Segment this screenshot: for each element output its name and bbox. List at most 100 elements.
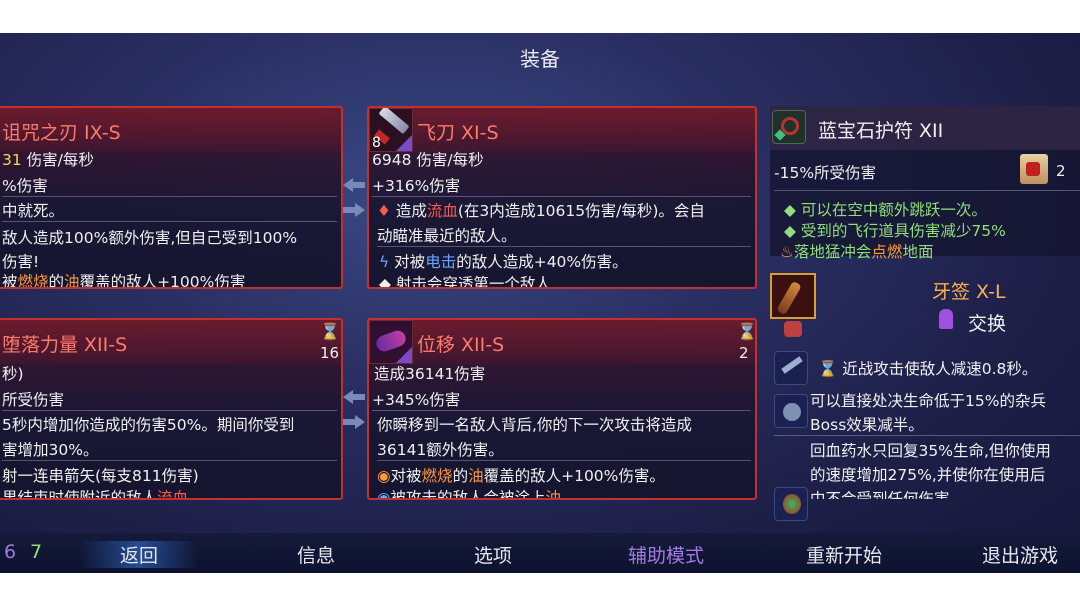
info-button[interactable]: 信息 — [297, 541, 335, 568]
skill-2-desc-1: 你瞬移到一名敌人背后,你的下一次攻击将造成 — [377, 416, 692, 434]
skill-2-cooldown: 2 — [739, 344, 749, 362]
weapon-1-mod-line: 敌人造成100%额外伤害,但自己受到100% — [2, 229, 298, 247]
page-title: 装备 — [520, 47, 560, 71]
text: 的 — [452, 467, 469, 485]
skill-2-desc-2: 36141额外伤害。 — [377, 441, 504, 459]
amulet-slot[interactable]: 蓝宝石护符 XII -15%所受伤害 2 ◆ 可以在空中额外跳跃一次。 ◆ 受到… — [770, 106, 1080, 261]
weapon-2-mod-line-1: ϟ 对被电击的敌人造成+40%伤害。 — [379, 250, 628, 272]
hand-shape — [939, 309, 953, 329]
oil-keyword: 油 — [468, 467, 484, 485]
amulet-stat: -15%所受伤害 — [774, 164, 877, 182]
divider — [2, 221, 337, 222]
weapon-2-mod-line-2: ◆ 射击会穿透第一个敌人 — [379, 272, 551, 289]
scroll-icon — [1020, 154, 1048, 184]
skill-slot-2[interactable]: 位移 XII-S ⌛ 2 造成36141伤害 +345%伤害 你瞬移到一名敌人背… — [367, 318, 757, 500]
bullet-icon: ◆ — [784, 201, 796, 219]
amulet-perk-2: ◆ 受到的飞行道具伤害减少75% — [784, 219, 1006, 241]
slow-axe-icon — [774, 351, 808, 385]
skill-1-cooldown: 16 — [320, 344, 340, 362]
lightning-icon: ϟ — [379, 253, 390, 271]
text: 造成 — [395, 202, 427, 220]
text: 射击会穿透第一个敌人 — [395, 275, 551, 289]
skill-slot-1[interactable]: 堕落力量 XII-S ⌛ 16 秒) 所受伤害 5秒内增加你造成的伤害50%。期… — [0, 318, 343, 500]
key-hint-7: 7 — [30, 541, 43, 563]
weapon-1-name: 诅咒之刃 IX-S — [2, 122, 121, 144]
text: 覆盖的敌人+100%伤害 — [79, 273, 246, 289]
swap-right-arrow-icon[interactable] — [343, 203, 365, 217]
skill-1-desc: 害增加30%。 — [2, 441, 99, 459]
bleed-keyword: 流血 — [426, 202, 458, 220]
text: 地面 — [902, 243, 934, 261]
fire-icon: ♨ — [780, 243, 794, 261]
weapon-2-dps: 6948 伤害/每秒 — [372, 151, 484, 169]
swap-left-arrow-icon[interactable] — [343, 390, 365, 404]
divider — [2, 410, 337, 411]
hourglass-icon: ⌛ — [818, 360, 838, 378]
text: 覆盖的敌人+100%伤害。 — [483, 467, 665, 485]
skill-1-mod: 射一连串箭矢(每支811伤害) — [2, 467, 199, 485]
potion-icon — [774, 487, 808, 521]
execute-skull — [783, 403, 801, 421]
skill-2-mod-1: ◉对被燃烧的油覆盖的敌人+100%伤害。 — [377, 464, 665, 486]
divider — [372, 410, 751, 411]
text: 受到的飞行道具伤害减少75% — [800, 222, 1006, 240]
text: (在3内造成10615伤害/每秒)。会自 — [457, 202, 705, 220]
weapon-1-dps-label: 伤害/每秒 — [26, 151, 94, 169]
burning-oil-icon: ◉ — [377, 467, 391, 485]
skill-2-name: 位移 XII-S — [417, 334, 505, 356]
tooth-perk-3a: 回血药水只回复35%生命,但你使用 — [810, 442, 1051, 460]
text: 对被 — [394, 253, 426, 271]
swap-label[interactable]: 交换 — [968, 309, 1006, 336]
burn-keyword: 燃烧 — [421, 467, 453, 485]
options-button[interactable]: 选项 — [474, 541, 512, 568]
burn-keyword: 燃烧 — [17, 273, 49, 289]
skill-2-mod-2: ◉被攻击的敌人会被涂上油 — [377, 486, 562, 500]
divider — [2, 196, 337, 197]
swap-left-arrow-icon[interactable] — [343, 178, 365, 192]
text: 的敌人造成+40%伤害。 — [456, 253, 628, 271]
assist-mode-button[interactable]: 辅助模式 — [628, 541, 704, 568]
text: 的 — [48, 273, 65, 289]
execute-icon — [774, 394, 808, 428]
text: 近战攻击使敌人减速0.8秒。 — [842, 360, 1038, 378]
weapon-slot-2[interactable]: 8 飞刀 XI-S 6948 伤害/每秒 +316%伤害 ♦ 造成流血(在3内造… — [367, 106, 757, 289]
swap-hand-icon[interactable] — [935, 309, 961, 333]
weapon-1-bonus: %伤害 — [2, 177, 48, 195]
weapon-slot-1[interactable]: 诅咒之刃 IX-S 31 伤害/每秒 %伤害 中就死。 敌人造成100%额外伤害… — [0, 106, 343, 289]
character-face-icon — [784, 321, 802, 337]
cooldown-hourglass-icon: ⌛ — [737, 322, 757, 341]
rarity-corner-icon — [396, 347, 412, 363]
weapon-2-name: 飞刀 XI-S — [417, 122, 499, 144]
oil-keyword: 油 — [545, 489, 562, 500]
quit-game-button[interactable]: 退出游戏 — [982, 541, 1058, 568]
divider — [377, 460, 751, 461]
divider — [774, 435, 1080, 436]
divider — [774, 190, 1080, 191]
weapon-2-bonus: +316%伤害 — [372, 177, 461, 195]
bullet-icon: ◆ — [784, 222, 796, 240]
weapon-1-desc-line: 中就死。 — [2, 202, 65, 220]
tooth-perk-2a: 可以直接处决生命低于15%的杂兵 — [810, 392, 1046, 410]
tooth-perk-2b: Boss效果减半。 — [810, 416, 924, 434]
skill-1-mod-2: 果结束时使附近的敌人流血 — [2, 486, 188, 500]
oil-drop-icon: ◉ — [377, 489, 391, 500]
back-button[interactable]: 返回 — [80, 541, 199, 568]
text: 对被 — [390, 467, 422, 485]
skill-1-name: 堕落力量 XII-S — [2, 334, 128, 356]
dropped-item-panel[interactable]: 牙签 X-L 交换 ⌛ 近战攻击使敌人减速0.8秒。 可以直接处决生命低于15%… — [770, 273, 1080, 573]
bottom-menu-bar: 6 7 返回 信息 选项 辅助模式 重新开始 退出游戏 — [0, 533, 1080, 573]
cooldown-hourglass-icon: ⌛ — [320, 322, 340, 341]
swap-right-arrow-icon[interactable] — [343, 415, 365, 429]
restart-button[interactable]: 重新开始 — [806, 541, 882, 568]
text: 可以在空中额外跳跃一次。 — [800, 201, 987, 219]
text: 果结束时使附近的敌人 — [2, 489, 158, 500]
scroll-seal — [1026, 162, 1040, 176]
divider — [377, 246, 751, 247]
weapon-1-mod-line: 伤害! — [2, 253, 40, 271]
key-hint-6: 6 — [4, 541, 17, 563]
weapon-1-mod-line-2: 被燃烧的油覆盖的敌人+100%伤害 — [2, 270, 246, 289]
oil-keyword: 油 — [64, 273, 80, 289]
text: 落地猛冲会 — [793, 243, 872, 261]
toothpick-stick — [776, 280, 802, 316]
skill-2-bonus: +345%伤害 — [372, 391, 461, 409]
